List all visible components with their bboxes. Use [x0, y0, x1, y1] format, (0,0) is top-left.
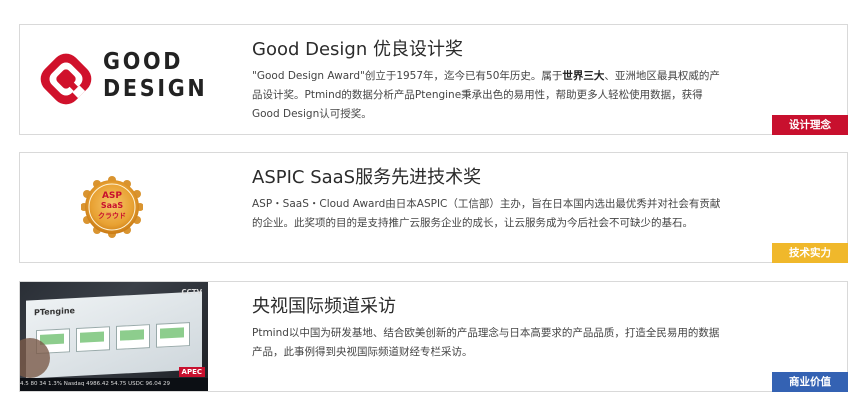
screen-panel — [76, 326, 110, 352]
award-title: 央视国际频道采访 — [252, 296, 396, 317]
screen-panel — [116, 324, 150, 350]
good-design-logo: GOOD DESIGN — [20, 25, 210, 134]
award-card-aspic: ASP SaaS クラウド ASPIC SaaS服务先进技术奖 ASP・SaaS… — [19, 152, 848, 263]
award-description: ASP・SaaS・Cloud Award由日本ASPIC（工信部）主办，旨在日本… — [252, 198, 721, 229]
logo-line-good: GOOD — [103, 49, 184, 75]
cctv-interview-image: PTengine CCTV APEC 4.5 80 34 1.3% Nasdaq… — [20, 282, 210, 391]
tv-product-name: PTengine — [34, 306, 75, 318]
award-title: ASPIC SaaS服务先进技术奖 — [252, 167, 482, 188]
aspic-medal-icon: ASP SaaS クラウド — [81, 176, 143, 238]
screen-panel — [156, 322, 190, 348]
aspic-logo: ASP SaaS クラウド — [20, 153, 210, 262]
award-card-good-design: GOOD DESIGN Good Design 优良设计奖 "Good Desi… — [19, 24, 848, 135]
award-title: Good Design 优良设计奖 — [252, 39, 463, 60]
tv-apec-badge: APEC — [178, 367, 205, 377]
tv-stock-ticker: 4.5 80 34 1.3% Nasdaq 4986.42 54.75 USDC… — [20, 378, 208, 391]
tag-tech-strength[interactable]: 技术实力 — [772, 243, 848, 263]
tv-channel-logo: CCTV — [181, 288, 202, 296]
award-description: "Good Design Award"创立于1957年，迄今已有50年历史。属于… — [252, 67, 722, 124]
award-description: Ptmind以中国为研发基地、结合欧美创新的产品理念与日本高要求的产品品质，打造… — [252, 327, 720, 358]
tv-screenshot: PTengine CCTV APEC 4.5 80 34 1.3% Nasdaq… — [20, 282, 208, 391]
logo-line-design: DESIGN — [103, 76, 208, 102]
tv-laptop-screen: PTengine — [26, 291, 202, 379]
tag-business-value[interactable]: 商业价值 — [772, 372, 848, 392]
medal-text-asp: ASP — [102, 191, 122, 201]
award-card-cctv: PTengine CCTV APEC 4.5 80 34 1.3% Nasdaq… — [19, 281, 848, 392]
desc-text-bold: 世界三大 — [562, 70, 605, 82]
tag-design-concept[interactable]: 设计理念 — [772, 115, 848, 135]
medal-text-cloud: クラウド — [98, 211, 126, 220]
good-design-g-mark-icon — [40, 53, 92, 105]
desc-text-prefix: "Good Design Award"创立于1957年，迄今已有50年历史。属于 — [252, 70, 563, 82]
good-design-wordmark: GOOD DESIGN — [103, 49, 219, 103]
medal-text-saas: SaaS — [101, 201, 124, 210]
